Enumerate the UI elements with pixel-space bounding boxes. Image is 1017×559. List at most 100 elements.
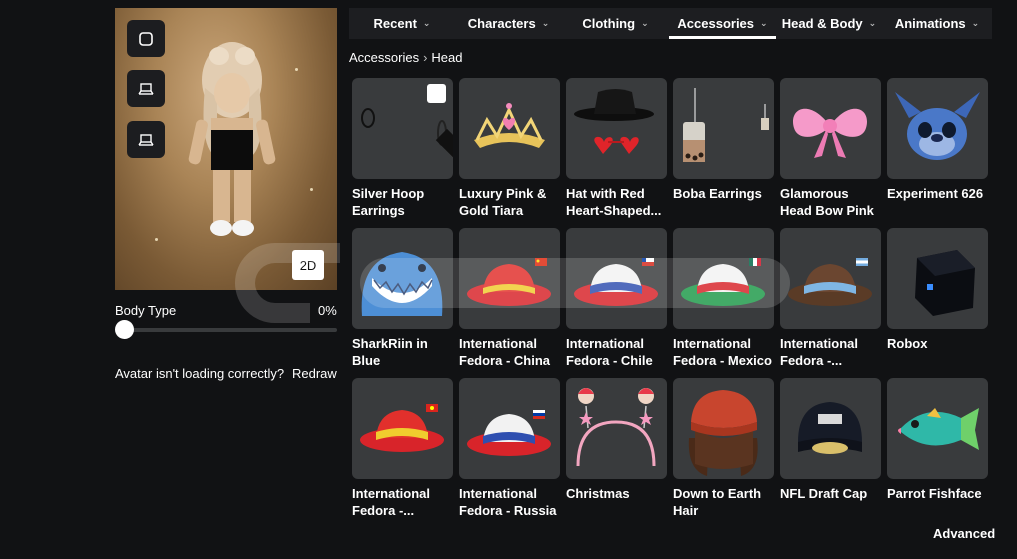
chevron-down-icon: ⌄ xyxy=(641,18,649,28)
tab-label: Clothing xyxy=(582,16,636,31)
view-2d-button[interactable]: 2D xyxy=(292,250,324,280)
item-thumbnail xyxy=(566,228,667,329)
sparkle-decoration xyxy=(155,238,158,241)
advanced-link[interactable]: Advanced xyxy=(933,526,995,541)
item-card[interactable]: International Fedora -... xyxy=(780,228,881,369)
tab-clothing[interactable]: Clothing ⌄ xyxy=(562,8,669,39)
item-card[interactable]: NFL Draft Cap xyxy=(780,378,881,502)
sparkle-decoration xyxy=(295,68,298,71)
beanie-hair-icon xyxy=(688,390,758,476)
selected-check-icon xyxy=(427,84,453,158)
tab-label: Recent xyxy=(373,16,417,31)
item-name: SharkRiin in Blue xyxy=(352,336,428,368)
breadcrumb-current: Head xyxy=(431,50,463,65)
item-thumbnail xyxy=(673,228,774,329)
laptop-icon xyxy=(138,82,154,95)
emote-button[interactable] xyxy=(127,20,165,57)
body-type-slider-thumb[interactable] xyxy=(115,320,134,339)
item-thumbnail xyxy=(566,378,667,479)
item-card[interactable]: International Fedora - Mexico xyxy=(673,228,774,369)
tab-label: Animations xyxy=(894,16,966,31)
fedora-argentina-icon xyxy=(788,258,872,306)
item-thumbnail xyxy=(352,78,453,179)
item-card[interactable]: Hat with Red Heart-Shaped... xyxy=(566,78,667,219)
item-card[interactable]: Silver Hoop Earrings xyxy=(352,78,453,219)
breadcrumb: Accessories › Head xyxy=(349,50,463,65)
item-card[interactable]: Parrot Fishface xyxy=(887,378,988,502)
item-name: Hat with Red Heart-Shaped... xyxy=(566,186,662,218)
item-name: NFL Draft Cap xyxy=(780,486,868,501)
item-card[interactable]: SharkRiin in Blue xyxy=(352,228,453,369)
item-thumbnail xyxy=(352,228,453,329)
item-thumbnail xyxy=(780,78,881,179)
avatar-preview[interactable]: 2D xyxy=(115,8,337,290)
tab-accessories[interactable]: Accessories ⌄ xyxy=(669,8,776,39)
shark-hood-icon xyxy=(361,252,443,316)
tab-label: Accessories xyxy=(677,16,755,31)
parrot-fish-icon xyxy=(898,408,979,450)
fedora-russia-icon xyxy=(467,410,551,456)
boba-earrings-icon xyxy=(683,88,769,162)
fedora-vietnam-icon xyxy=(360,404,444,452)
tiara-icon xyxy=(474,103,545,148)
item-card[interactable]: Luxury Pink & Gold Tiara xyxy=(459,78,560,219)
fedora-chile-icon xyxy=(574,258,658,306)
tab-animations[interactable]: Animations ⌄ xyxy=(882,8,992,39)
item-name: Silver Hoop Earrings xyxy=(352,186,425,218)
item-card[interactable]: International Fedora - Chile xyxy=(566,228,667,369)
item-card[interactable]: International Fedora -... xyxy=(352,378,453,519)
item-name: Boba Earrings xyxy=(673,186,762,201)
item-card[interactable]: International Fedora - China xyxy=(459,228,560,369)
item-name: International Fedora - China xyxy=(459,336,551,368)
robox-icon xyxy=(915,250,975,316)
body-type-value: 0% xyxy=(318,303,337,318)
avatar-figure xyxy=(188,42,276,236)
item-card[interactable]: Experiment 626 xyxy=(887,78,988,202)
chevron-down-icon: ⌄ xyxy=(971,18,980,28)
item-card[interactable]: Robox xyxy=(887,228,988,352)
tab-label: Head & Body xyxy=(781,16,863,31)
chevron-down-icon: ⌄ xyxy=(422,18,431,28)
item-name: Down to Earth Hair xyxy=(673,486,762,518)
breadcrumb-parent[interactable]: Accessories xyxy=(349,50,419,65)
pose-button[interactable] xyxy=(127,121,165,158)
tab-characters[interactable]: Characters ⌄ xyxy=(455,8,562,39)
emote-icon xyxy=(139,31,153,46)
item-card[interactable]: Christmas xyxy=(566,378,667,502)
christmas-headband-icon xyxy=(576,388,656,467)
item-name: Experiment 626 xyxy=(887,186,984,201)
tab-head-body[interactable]: Head & Body ⌄ xyxy=(776,8,882,39)
item-name: International Fedora - Chile xyxy=(566,336,653,368)
body-type-label: Body Type xyxy=(115,303,177,318)
item-thumbnail xyxy=(673,78,774,179)
fedora-mexico-icon xyxy=(681,258,765,306)
category-tabs: Recent ⌄ Characters ⌄ Clothing ⌄ Accesso… xyxy=(349,8,992,39)
item-card[interactable]: International Fedora - Russia xyxy=(459,378,560,519)
outfit-button[interactable] xyxy=(127,70,165,107)
item-card[interactable]: Boba Earrings xyxy=(673,78,774,202)
body-type-slider[interactable] xyxy=(124,328,337,332)
avatar-loading-text: Avatar isn't loading correctly? xyxy=(115,366,285,381)
nfl-cap-icon xyxy=(798,402,862,454)
item-name: International Fedora -... xyxy=(352,486,431,518)
item-thumbnail xyxy=(887,378,988,479)
item-name: International Fedora - Russia xyxy=(459,486,557,518)
tab-label: Characters xyxy=(467,16,536,31)
stitch-head-icon xyxy=(895,92,980,160)
chevron-down-icon: ⌄ xyxy=(868,18,877,28)
item-card[interactable]: Down to Earth Hair xyxy=(673,378,774,519)
item-thumbnail xyxy=(780,378,881,479)
item-name: Christmas xyxy=(566,486,630,501)
item-thumbnail xyxy=(352,378,453,479)
item-name: International Fedora - Mexico xyxy=(673,336,772,368)
item-thumbnail xyxy=(459,78,560,179)
item-name: Luxury Pink & Gold Tiara xyxy=(459,186,547,218)
item-card[interactable]: Glamorous Head Bow Pink xyxy=(780,78,881,219)
item-thumbnail xyxy=(459,228,560,329)
redraw-button[interactable]: Redraw xyxy=(292,366,337,381)
tab-recent[interactable]: Recent ⌄ xyxy=(349,8,455,39)
pink-bow-icon xyxy=(792,108,868,158)
item-thumbnail xyxy=(459,378,560,479)
item-name: Glamorous Head Bow Pink xyxy=(780,186,874,218)
item-thumbnail xyxy=(887,78,988,179)
